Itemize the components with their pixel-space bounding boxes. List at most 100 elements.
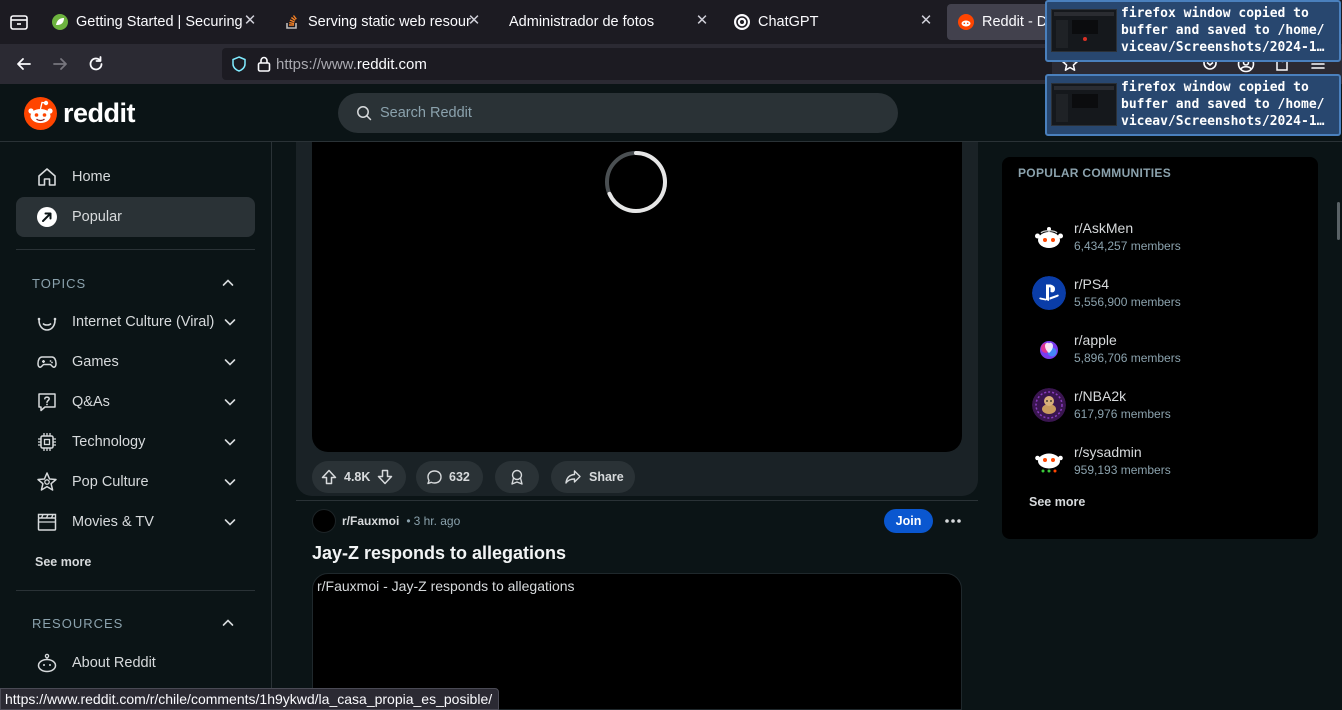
apple-avatar: [1032, 332, 1066, 366]
openai-icon: [734, 14, 750, 30]
sidebar-item-label: Popular: [72, 209, 122, 225]
question-icon: [36, 391, 58, 413]
clapper-icon: [36, 511, 58, 533]
community-item-nba2k[interactable]: r/NBA2k 617,976 members: [1032, 382, 1302, 430]
browser-tab-2[interactable]: Administrador de fotos ✕: [500, 4, 716, 40]
community-item-sysadmin[interactable]: r/sysadmin 959,193 members: [1032, 438, 1302, 486]
chevron-down-icon: [223, 435, 237, 449]
comments-button[interactable]: 632: [416, 461, 483, 493]
sidebar-item-label: Q&As: [72, 394, 110, 410]
popular-communities-panel: POPULAR COMMUNITIES r/AskMen 6,434,257 m…: [1002, 157, 1318, 539]
sidebar-item-movies-tv[interactable]: Movies & TV: [16, 502, 255, 542]
post-meta: r/Fauxmoi • 3 hr. ago: [312, 508, 460, 533]
about-icon: [36, 652, 58, 674]
sidebar-item-about-reddit[interactable]: About Reddit: [16, 643, 255, 683]
subreddit-link[interactable]: r/Fauxmoi: [342, 514, 399, 528]
chevron-up-icon[interactable]: [221, 276, 235, 290]
close-tab-icon[interactable]: ✕: [466, 13, 482, 29]
page-scrollbar-thumb[interactable]: [1337, 202, 1340, 240]
gamepad-icon: [36, 351, 58, 373]
community-members: 5,896,706 members: [1074, 351, 1181, 365]
padlock-icon[interactable]: [256, 55, 272, 73]
star-icon: [36, 471, 58, 493]
back-arrow-icon[interactable]: [14, 54, 34, 74]
address-bar[interactable]: https://www.reddit.com: [222, 48, 1052, 80]
sidebar-see-more-link[interactable]: See more: [35, 555, 91, 569]
award-icon: [508, 468, 526, 486]
search-input[interactable]: [380, 105, 860, 121]
chevron-up-icon[interactable]: [221, 616, 235, 630]
resources-section-title[interactable]: RESOURCES: [32, 616, 123, 631]
playstation-avatar: [1032, 276, 1066, 310]
url-prefix: https://www.: [276, 55, 357, 73]
award-button[interactable]: [495, 461, 539, 493]
community-item-apple[interactable]: r/apple 5,896,706 members: [1032, 326, 1302, 374]
screenshot-notification[interactable]: firefox window copied to buffer and save…: [1045, 74, 1341, 136]
chevron-down-icon: [223, 515, 237, 529]
askmen-avatar: [1032, 220, 1066, 254]
topics-section-title[interactable]: TOPICS: [32, 276, 86, 291]
subreddit-avatar[interactable]: [312, 508, 336, 533]
notification-text: firefox window copied to buffer and save…: [1121, 80, 1325, 129]
sidebar-item-popular[interactable]: Popular: [16, 197, 255, 237]
smile-icon: [36, 311, 58, 333]
chevron-down-icon: [223, 395, 237, 409]
loading-spinner-icon: [604, 150, 668, 214]
search-bar[interactable]: [338, 93, 898, 133]
community-item-askmen[interactable]: r/AskMen 6,434,257 members: [1032, 214, 1302, 262]
reload-icon[interactable]: [86, 54, 106, 74]
reddit-logo[interactable]: reddit: [24, 96, 136, 130]
chevron-down-icon: [223, 355, 237, 369]
sidebar-item-label: Movies & TV: [72, 514, 154, 530]
sidebar-item-home[interactable]: Home: [16, 157, 255, 197]
popular-communities-see-more[interactable]: See more: [1029, 495, 1085, 509]
browser-tab-3[interactable]: ChatGPT ✕: [724, 4, 940, 40]
chip-icon: [36, 431, 58, 453]
screenshot-notification[interactable]: firefox window copied to buffer and save…: [1045, 0, 1341, 62]
more-options-icon[interactable]: [942, 511, 964, 531]
join-button[interactable]: Join: [884, 509, 933, 533]
community-name: r/apple: [1074, 332, 1117, 348]
share-button[interactable]: Share: [551, 461, 635, 493]
reddit-wordmark: reddit: [63, 97, 136, 128]
community-name: r/sysadmin: [1074, 444, 1142, 460]
close-tab-icon[interactable]: ✕: [918, 13, 934, 29]
sidebar-divider: [16, 590, 255, 591]
search-icon: [356, 105, 372, 121]
media-alt-text: r/Fauxmoi - Jay-Z responds to allegation…: [317, 578, 575, 594]
community-item-ps4[interactable]: r/PS4 5,556,900 members: [1032, 270, 1302, 318]
downvote-arrow-icon[interactable]: [376, 468, 394, 486]
sidebar-item-technology[interactable]: Technology: [16, 422, 255, 462]
popular-communities-title: POPULAR COMMUNITIES: [1018, 166, 1172, 180]
notification-thumbnail: [1051, 9, 1117, 52]
community-name: r/AskMen: [1074, 220, 1134, 236]
forward-arrow-icon[interactable]: [50, 54, 70, 74]
browser-tab-1[interactable]: Serving static web resour ✕: [276, 4, 488, 40]
post-video-player[interactable]: [312, 142, 962, 452]
browser-tab-0[interactable]: Getting Started | Securing ✕: [52, 4, 264, 40]
url-text[interactable]: https://www.reddit.com: [276, 56, 427, 73]
sidebar-item-qas[interactable]: Q&As: [16, 382, 255, 422]
share-label: Share: [589, 470, 624, 484]
tab-title: ChatGPT: [758, 14, 819, 30]
sidebar-item-label: Internet Culture (Viral): [72, 314, 215, 330]
comment-bubble-icon: [426, 469, 443, 486]
sidebar-item-pop-culture[interactable]: Pop Culture: [16, 462, 255, 502]
sidebar-item-games[interactable]: Games: [16, 342, 255, 382]
vote-control: 4.8K: [312, 461, 406, 493]
browser-tab-4[interactable]: Reddit - D: [947, 4, 1057, 40]
tracking-protection-shield-icon[interactable]: [230, 55, 248, 73]
reddit-snoo-icon: [24, 96, 57, 130]
close-tab-icon[interactable]: ✕: [242, 13, 258, 29]
post-title[interactable]: Jay-Z responds to allegations: [312, 543, 566, 564]
share-icon: [564, 468, 582, 486]
comment-count: 632: [449, 470, 470, 484]
close-tab-icon[interactable]: ✕: [694, 13, 710, 29]
community-members: 617,976 members: [1074, 407, 1171, 421]
community-members: 5,556,900 members: [1074, 295, 1181, 309]
sidebar-item-internet-culture[interactable]: Internet Culture (Viral): [16, 302, 255, 342]
upvote-arrow-icon[interactable]: [320, 468, 338, 486]
popular-icon: [36, 206, 58, 228]
tab-overview-icon[interactable]: [8, 12, 30, 32]
reddit-icon: [958, 14, 974, 30]
